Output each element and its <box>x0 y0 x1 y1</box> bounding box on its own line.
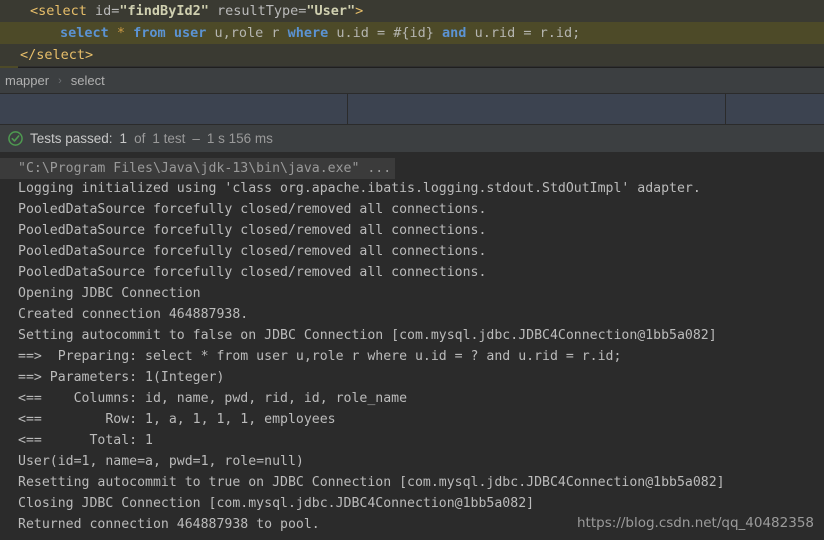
code-line-1[interactable]: <select id="findById2" resultType="User"… <box>0 0 824 22</box>
console-line: ==> Preparing: select * from user u,role… <box>18 349 622 364</box>
ide-window: <select id="findById2" resultType="User"… <box>0 0 824 540</box>
console-line: PooledDataSource forcefully closed/remov… <box>18 265 487 280</box>
console-line: <== Total: 1 <box>18 433 153 448</box>
console-line: User(id=1, name=a, pwd=1, role=null) <box>18 454 304 469</box>
attr-id-value: "findById2" <box>119 3 209 19</box>
sql-condition-2: u.rid = r.id; <box>466 25 581 41</box>
test-passed-count: 1 <box>119 131 128 146</box>
console-line: PooledDataSource forcefully closed/remov… <box>18 244 487 259</box>
test-dash: – <box>192 131 200 146</box>
test-duration: 1 s 156 ms <box>206 131 273 146</box>
test-status-bar: Tests passed: 1 of 1 test – 1 s 156 ms <box>0 125 824 153</box>
sql-condition-1: u.id = #{id} <box>328 25 443 41</box>
sql-table-user: user <box>165 25 207 41</box>
console-line: Setting autocommit to false on JDBC Conn… <box>18 328 717 343</box>
toolbar-section-middle[interactable] <box>348 94 726 124</box>
console-line: Closing JDBC Connection [com.mysql.jdbc.… <box>18 496 535 511</box>
console-line: <== Row: 1, a, 1, 1, 1, employees <box>18 412 336 427</box>
sql-keyword-from: from <box>133 25 166 41</box>
console-line: PooledDataSource forcefully closed/remov… <box>18 202 487 217</box>
test-passed-label: Tests passed: <box>30 131 113 146</box>
sql-keyword-and: and <box>442 25 467 41</box>
toolbar-section-left[interactable] <box>0 94 348 124</box>
breadcrumb-item-select[interactable]: select <box>71 68 105 94</box>
console-line: PooledDataSource forcefully closed/remov… <box>18 223 487 238</box>
xml-close-tag: </select> <box>20 47 94 63</box>
code-line-2[interactable]: select * from user u,role r where u.id =… <box>0 22 824 44</box>
test-total-count: 1 test <box>152 131 186 146</box>
xml-open-tag: <select <box>30 3 96 19</box>
chevron-right-icon: › <box>58 74 62 87</box>
code-line-3[interactable]: </select> <box>0 44 824 66</box>
breadcrumb-item-mapper[interactable]: mapper <box>5 68 49 94</box>
test-of-word: of <box>134 131 146 146</box>
console-line: ==> Parameters: 1(Integer) <box>18 370 225 385</box>
sql-star: * <box>108 25 134 41</box>
console-command-line-wrap: "C:\Program Files\Java\jdk-13\bin\java.e… <box>0 157 824 179</box>
console-line: Created connection 464887938. <box>18 307 249 322</box>
attr-id-name: id= <box>95 3 120 19</box>
attr-resulttype-value: "User" <box>306 3 356 19</box>
watermark: https://blog.csdn.net/qq_40482358 <box>576 515 814 531</box>
console-line: Resetting autocommit to true on JDBC Con… <box>18 475 725 490</box>
console-line-list: Logging initialized using 'class org.apa… <box>0 178 824 535</box>
console-line: Opening JDBC Connection <box>18 286 201 301</box>
breadcrumb: mapper › select <box>0 68 824 94</box>
run-toolbar[interactable] <box>0 94 824 125</box>
toolbar-section-right[interactable] <box>726 94 824 124</box>
sql-aliases: u,role r <box>206 25 288 41</box>
console-line: Logging initialized using 'class org.apa… <box>18 181 701 196</box>
console-command-line: "C:\Program Files\Java\jdk-13\bin\java.e… <box>0 158 396 179</box>
console-line: <== Columns: id, name, pwd, rid, id, rol… <box>18 391 408 406</box>
attr-resulttype-name: resultType= <box>208 3 307 19</box>
console-output[interactable]: "C:\Program Files\Java\jdk-13\bin\java.e… <box>0 153 824 537</box>
xml-open-tag-close: > <box>355 3 364 19</box>
code-editor[interactable]: <select id="findById2" resultType="User"… <box>0 0 824 68</box>
sql-keyword-select: select <box>60 25 109 41</box>
check-circle-icon <box>8 131 23 146</box>
sql-keyword-where: where <box>287 25 329 41</box>
